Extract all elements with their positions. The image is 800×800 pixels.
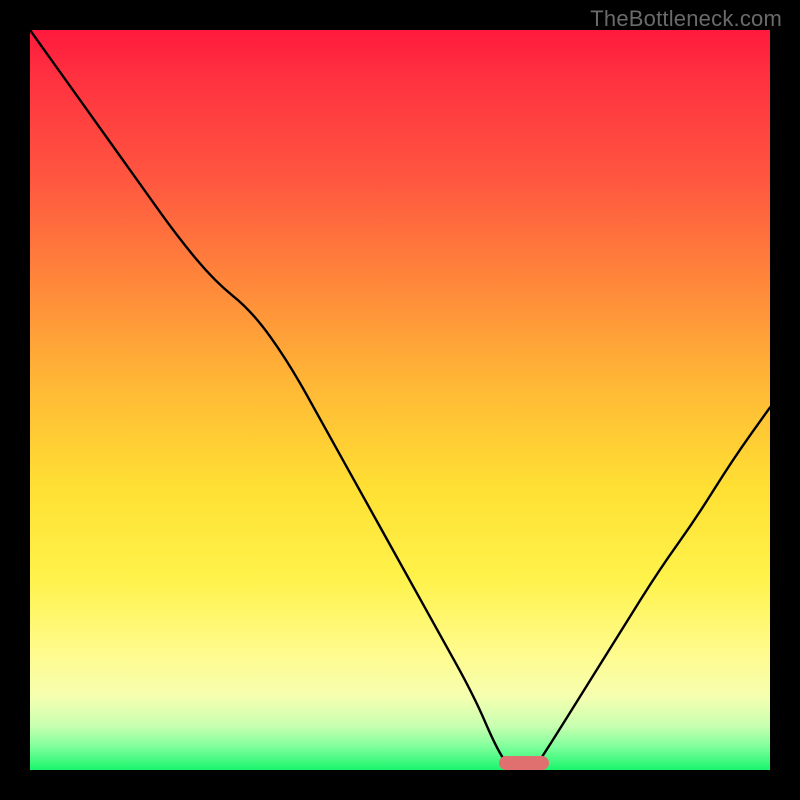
chart-frame: TheBottleneck.com: [0, 0, 800, 800]
bottleneck-curve: [30, 30, 770, 770]
optimal-marker: [499, 756, 549, 770]
plot-area: [30, 30, 770, 770]
attribution-text: TheBottleneck.com: [590, 6, 782, 32]
